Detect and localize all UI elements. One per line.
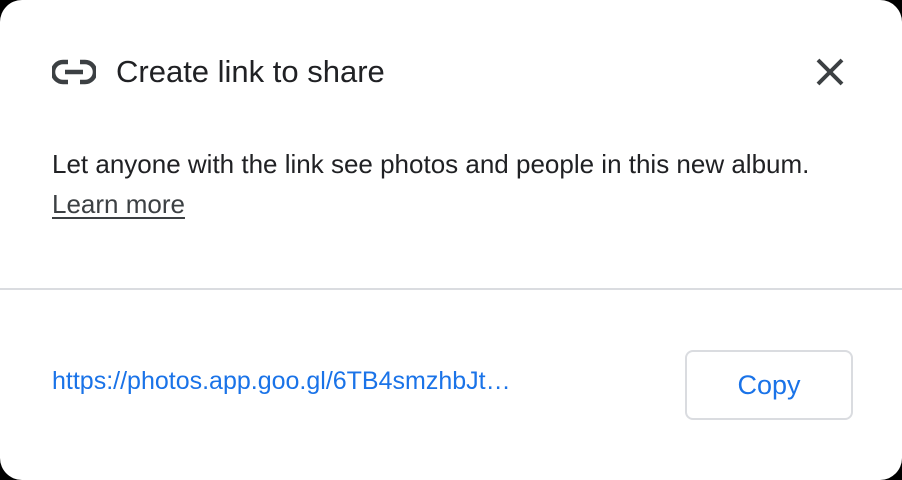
description-text: Let anyone with the link see photos and … [52,149,810,179]
learn-more-link[interactable]: Learn more [52,189,185,219]
create-link-dialog: Create link to share Let anyone with the… [0,0,902,480]
dialog-header: Create link to share [50,46,862,98]
copy-button[interactable]: Copy [685,350,853,420]
share-url-link[interactable]: https://photos.app.goo.gl/6TB4smzhbJt… [52,361,588,401]
divider [0,288,902,290]
close-icon [814,56,846,93]
dialog-title: Create link to share [116,54,385,89]
dialog-description: Let anyone with the link see photos and … [52,144,832,224]
close-button[interactable] [810,54,850,94]
link-icon [50,59,98,85]
